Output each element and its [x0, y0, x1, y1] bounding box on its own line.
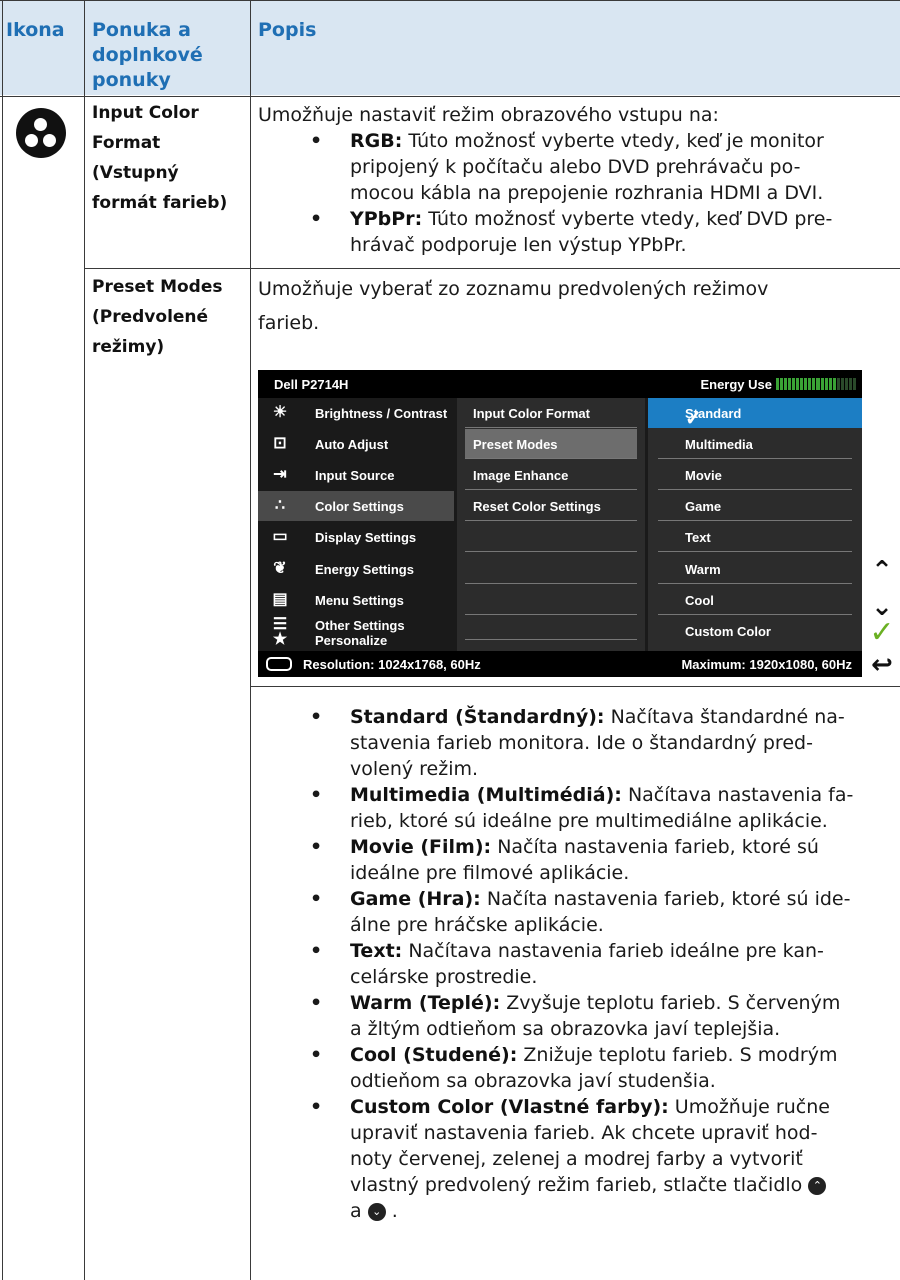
list-item: Movie (Film): Načíta nastavenia farieb, … [258, 834, 878, 886]
energy-bar-segment [824, 378, 828, 390]
osd-title-bar: Dell P2714H Energy Use [258, 370, 862, 398]
osd-item-energy-settings[interactable]: ❦ Energy Settings [258, 554, 454, 584]
osd-preset-custom-color[interactable]: Custom Color [648, 616, 862, 646]
osd-item-brightness[interactable]: ☀ Brightness / Contrast [258, 398, 454, 428]
osd-preset-list: ✓ Standard Multimedia Movie Game Text War… [648, 398, 862, 651]
osd-preset-text[interactable]: Text [648, 522, 862, 552]
check-icon[interactable]: ✓ [867, 618, 897, 648]
osd-item-auto-adjust[interactable]: ⊡ Auto Adjust [258, 429, 454, 459]
list-item: Multimedia (Multimédiá): Načítava nastav… [258, 782, 878, 834]
down-button-icon: ⌄ [367, 1202, 386, 1221]
osd-preset-multimedia[interactable]: Multimedia [648, 429, 862, 459]
osd-resolution: Resolution: 1024x1768, 60Hz [303, 657, 481, 672]
energy-bar-segment [776, 378, 780, 390]
osd-submenu-empty [465, 554, 637, 584]
energy-bar-segment [800, 378, 804, 390]
menu-input-color-format: Input Color Format (Vstupný formát farie… [92, 103, 228, 213]
menu-settings-icon: ▤ [272, 591, 288, 608]
list-item: Cool (Studené): Znižuje teplotu farieb. … [258, 1042, 878, 1094]
preset-description-list: Standard (Štandardný): Načítava štandard… [258, 704, 878, 1224]
osd-preset-standard[interactable]: ✓ Standard [648, 398, 862, 430]
energy-bar-segment [828, 378, 832, 390]
osd-submenu-preset-modes[interactable]: Preset Modes [465, 429, 637, 459]
osd-main-menu: ☀ Brightness / Contrast ⊡ Auto Adjust ⇥ Inp… [258, 398, 454, 651]
osd-submenu-image-enhance[interactable]: Image Enhance [465, 460, 637, 490]
osd-model: Dell P2714H [274, 377, 349, 392]
up-arrow-icon[interactable]: ⌃ [867, 556, 897, 586]
energy-bar-segment [792, 378, 796, 390]
osd-submenu-empty [465, 610, 637, 640]
energy-settings-icon: ❦ [273, 560, 287, 577]
energy-bar-segment [780, 378, 784, 390]
color-settings-icon [16, 108, 66, 158]
osd-preset-game[interactable]: Game [648, 491, 862, 521]
osd-energy-label: Energy Use [700, 377, 772, 392]
list-item: Standard (Štandardný): Načítava štandard… [258, 704, 878, 782]
list-item: RGB: Túto možnosť vyberte vtedy, keď je … [258, 128, 878, 206]
list-item: Warm (Teplé): Zvyšuje teplotu farieb. S … [258, 990, 878, 1042]
osd-item-color-settings[interactable]: ∴ Color Settings [258, 491, 454, 521]
osd-status-bar: Resolution: 1024x1768, 60Hz Maximum: 192… [258, 651, 862, 677]
preset-intro: Umožňuje vyberať zo zoznamu predvolených… [258, 278, 769, 334]
osd-item-input-source[interactable]: ⇥ Input Source [258, 460, 454, 490]
input-source-icon: ⇥ [273, 466, 287, 483]
energy-bar-segment [832, 378, 836, 390]
osd-maximum: Maximum: 1920x1080, 60Hz [681, 657, 852, 672]
osd-menu-screenshot: Dell P2714H Energy Use ☀ Brightness / Con… [258, 370, 862, 677]
energy-bar-segment [844, 378, 848, 390]
osd-preset-warm[interactable]: Warm [648, 554, 862, 584]
osd-submenu-reset-color[interactable]: Reset Color Settings [465, 491, 637, 521]
osd-submenu-input-color-format[interactable]: Input Color Format [465, 398, 637, 428]
energy-meter [776, 378, 856, 390]
energy-bar-segment [808, 378, 812, 390]
back-icon[interactable]: ↩ [867, 650, 897, 680]
input-color-intro: Umožňuje nastaviť režim obrazového vstup… [258, 104, 719, 126]
energy-bar-segment [816, 378, 820, 390]
osd-preset-cool[interactable]: Cool [648, 585, 862, 615]
osd-item-personalize[interactable]: ★ Personalize [258, 631, 454, 651]
brightness-icon: ☀ [272, 404, 288, 421]
osd-item-display-settings[interactable]: ▭ Display Settings [258, 522, 454, 552]
star-icon: ★ [272, 631, 288, 648]
up-button-icon: ⌃ [808, 1176, 827, 1195]
energy-bar-segment [796, 378, 800, 390]
energy-bar-segment [852, 378, 856, 390]
display-settings-icon: ▭ [272, 528, 288, 545]
energy-bar-segment [784, 378, 788, 390]
list-item: Custom Color (Vlastné farby): Umožňuje r… [258, 1094, 878, 1224]
energy-bar-segment [836, 378, 840, 390]
menu-preset-modes: Preset Modes (Predvolené režimy) [92, 277, 223, 357]
osd-submenu-empty [465, 522, 637, 552]
osd-preset-movie[interactable]: Movie [648, 460, 862, 490]
energy-bar-segment [788, 378, 792, 390]
osd-submenu: Input Color Format Preset Modes Image En… [457, 398, 645, 651]
list-item: Text: Načítava nastavenia farieb ideálne… [258, 938, 878, 990]
energy-bar-segment [812, 378, 816, 390]
auto-adjust-icon: ⊡ [273, 435, 287, 452]
color-settings-icon: ∴ [274, 497, 286, 514]
energy-bar-segment [820, 378, 824, 390]
list-item: YPbPr: Túto možnosť vyberte vtedy, keď D… [258, 206, 878, 258]
energy-bar-segment [840, 378, 844, 390]
energy-bar-segment [848, 378, 852, 390]
input-color-list: RGB: Túto možnosť vyberte vtedy, keď je … [258, 128, 878, 258]
list-item: Game (Hra): Načíta nastavenia farieb, kt… [258, 886, 878, 938]
energy-bar-segment [804, 378, 808, 390]
hdmi-icon [266, 657, 292, 671]
